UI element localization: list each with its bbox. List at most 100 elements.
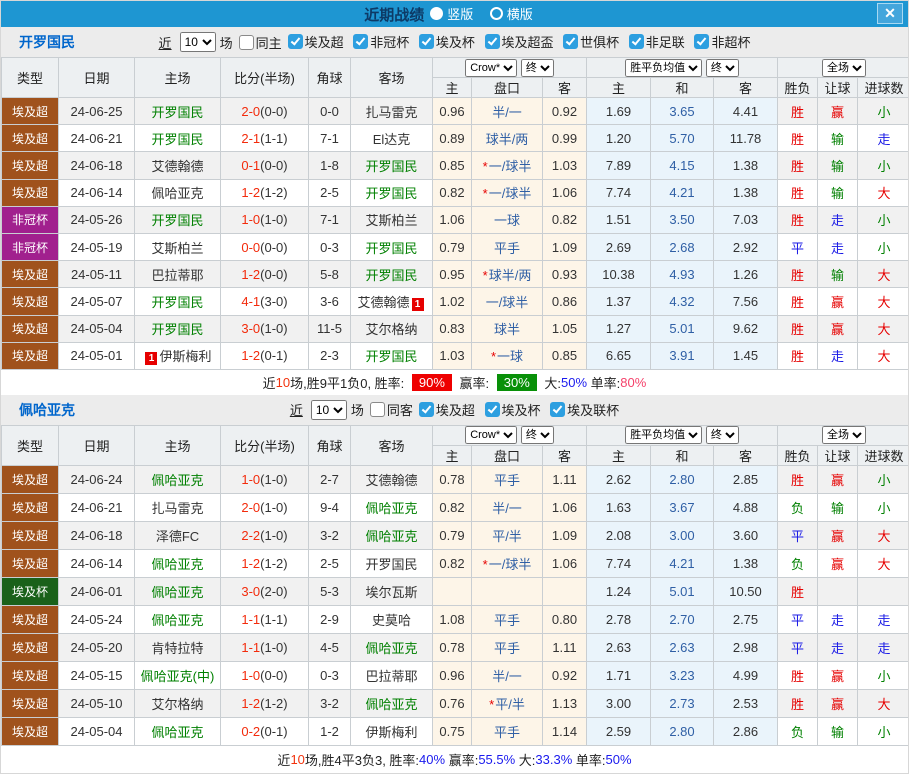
ah-handicap: 平/半 [471,520,543,550]
col-eu-draw: 和 [650,444,714,466]
match-date: 24-06-24 [58,464,135,494]
same-venue-checkbox[interactable]: 同客 [369,400,413,419]
final-odds-select[interactable]: 终 [705,426,739,445]
match-row: 埃及超 24-05-07 开罗国民 4-1(3-0) 3-6 艾德翰德 1 1.0… [1,287,908,316]
scope-select[interactable]: 全场 [822,426,867,445]
summary-segment: 40% [419,751,446,767]
star-marker: * [490,349,497,365]
star-marker: * [482,556,488,572]
radio-icon[interactable] [489,6,503,20]
ah-handicap: 球半/两 [471,124,543,153]
result-wdl: 负 [777,548,819,578]
ah-away-odds [542,576,587,606]
bookmaker-select[interactable]: Crow* [465,58,518,77]
summary-segment: 单率: [572,752,606,768]
league-filter-checkbox[interactable]: 非超杯 [694,32,750,51]
home-team: 佩哈亚克(中) [134,660,221,690]
league-filter-checkbox[interactable]: 埃及杯 [484,400,541,419]
eu-draw-odds: 4.21 [650,178,714,207]
corners: 9-4 [308,492,351,522]
checkbox-icon[interactable] [484,34,500,49]
near-label[interactable]: 近 [290,400,303,419]
final-odds-select[interactable]: 终 [520,426,554,445]
league-filter-checkbox[interactable]: 埃及超 [418,400,475,419]
checkbox-icon[interactable] [694,34,710,49]
close-button[interactable]: ✕ [877,3,903,24]
same-venue-checkbox[interactable]: 同主 [238,33,282,52]
checkbox-icon[interactable] [369,402,385,418]
match-date: 24-05-10 [58,688,135,718]
home-team: 开罗国民 [134,205,221,234]
layout-radio[interactable]: 竖版 [430,4,473,23]
league-filter-checkbox[interactable]: 埃及杯 [418,32,475,51]
col-handicap-result: 让球 [817,77,859,98]
checkbox-icon[interactable] [418,34,434,49]
match-count-select[interactable]: 10 [179,32,216,52]
match-date: 24-06-18 [58,151,135,180]
checkbox-icon[interactable] [550,401,566,417]
final-odds-select[interactable]: 终 [520,58,554,77]
league-filter-checkbox[interactable]: 非冠杯 [353,32,409,51]
eu-away-odds: 7.03 [712,205,779,234]
match-row: 非冠杯 24-05-19 艾斯柏兰 0-0(0-0) 0-3 开罗国民 0.79… [1,232,908,262]
corners: 2-9 [308,604,351,634]
title-bar: 近期战绩 竖版 横版 ✕ [1,1,908,27]
red-card-badge: 1 [411,297,424,311]
checkbox-icon[interactable] [418,401,434,417]
league-filter-checkbox[interactable]: 埃及联杯 [550,400,619,419]
summary-segment: 50% [561,374,588,390]
league-label: 世俱杯 [580,35,620,50]
radio-label[interactable]: 竖版 [447,4,473,23]
checkbox-icon[interactable] [563,34,579,49]
checkbox-icon[interactable] [628,34,644,49]
layout-radio[interactable]: 横版 [489,4,533,23]
summary-segment: 近 [277,752,291,768]
eu-draw-odds: 3.67 [650,492,714,522]
eu-draw-odds: 3.00 [650,520,714,550]
col-date: 日期 [58,424,135,466]
near-label[interactable]: 近 [159,33,172,52]
corners: 2-7 [308,464,351,494]
avg-odds-select[interactable]: 胜平负均值 [625,426,703,445]
ah-handicap: 平手 [471,632,543,662]
checkbox-icon[interactable] [238,34,254,50]
match-count-select[interactable]: 10 [310,399,347,420]
home-team: 1 伊斯梅利 [134,341,221,370]
final-odds-select[interactable]: 终 [705,58,739,77]
eu-draw-odds: 4.32 [650,287,714,316]
result-handicap [817,576,859,606]
euro-odds-group: 胜平负均值 终 [585,57,779,78]
radio-icon[interactable] [430,6,444,20]
bookmaker-select[interactable]: Crow* [465,426,518,445]
ah-handicap: 平手 [471,464,543,494]
result-wdl: 胜 [777,287,819,316]
league-filter-checkbox[interactable]: 非足联 [628,32,685,51]
avg-odds-select[interactable]: 胜平负均值 [625,58,703,77]
star-marker: * [482,267,488,283]
radio-label[interactable]: 横版 [507,4,533,23]
match-type-badge: 埃及超 [1,287,59,316]
score: 1-2(0-0) [220,260,309,289]
checkbox-icon[interactable] [353,34,369,49]
corners: 3-2 [308,688,351,718]
league-filter-checkbox[interactable]: 世俱杯 [563,32,619,51]
ah-home-odds: 0.78 [432,632,472,662]
section2-summary: 近 10 场,胜4平3负3, 胜率: 40% 赢率: 55.5% 大: 33.3% 单率:… [1,745,908,773]
league-filter-checkbox[interactable]: 埃及超 [287,32,344,51]
result-goals: 大 [857,548,908,578]
league-filter-checkbox[interactable]: 埃及超盃 [484,32,554,51]
league-label: 埃及联杯 [567,402,620,418]
away-team: 巴拉蒂耶 [350,660,433,690]
eu-home-odds: 7.74 [586,178,651,207]
checkbox-icon[interactable] [287,34,303,49]
checkbox-icon[interactable] [484,401,500,417]
result-group: 全场 [777,424,908,446]
score: 1-1(1-1) [220,604,309,634]
scope-select[interactable]: 全场 [822,58,867,77]
star-marker: * [489,696,495,712]
ah-home-odds: 1.03 [432,341,472,370]
match-row: 埃及超 24-06-18 泽德FC 2-2(1-0) 3-2 佩哈亚克 0.79… [1,520,908,550]
match-date: 24-05-01 [58,341,135,370]
score: 2-1(1-1) [220,124,309,153]
summary-segment: 赢率: [455,375,493,391]
